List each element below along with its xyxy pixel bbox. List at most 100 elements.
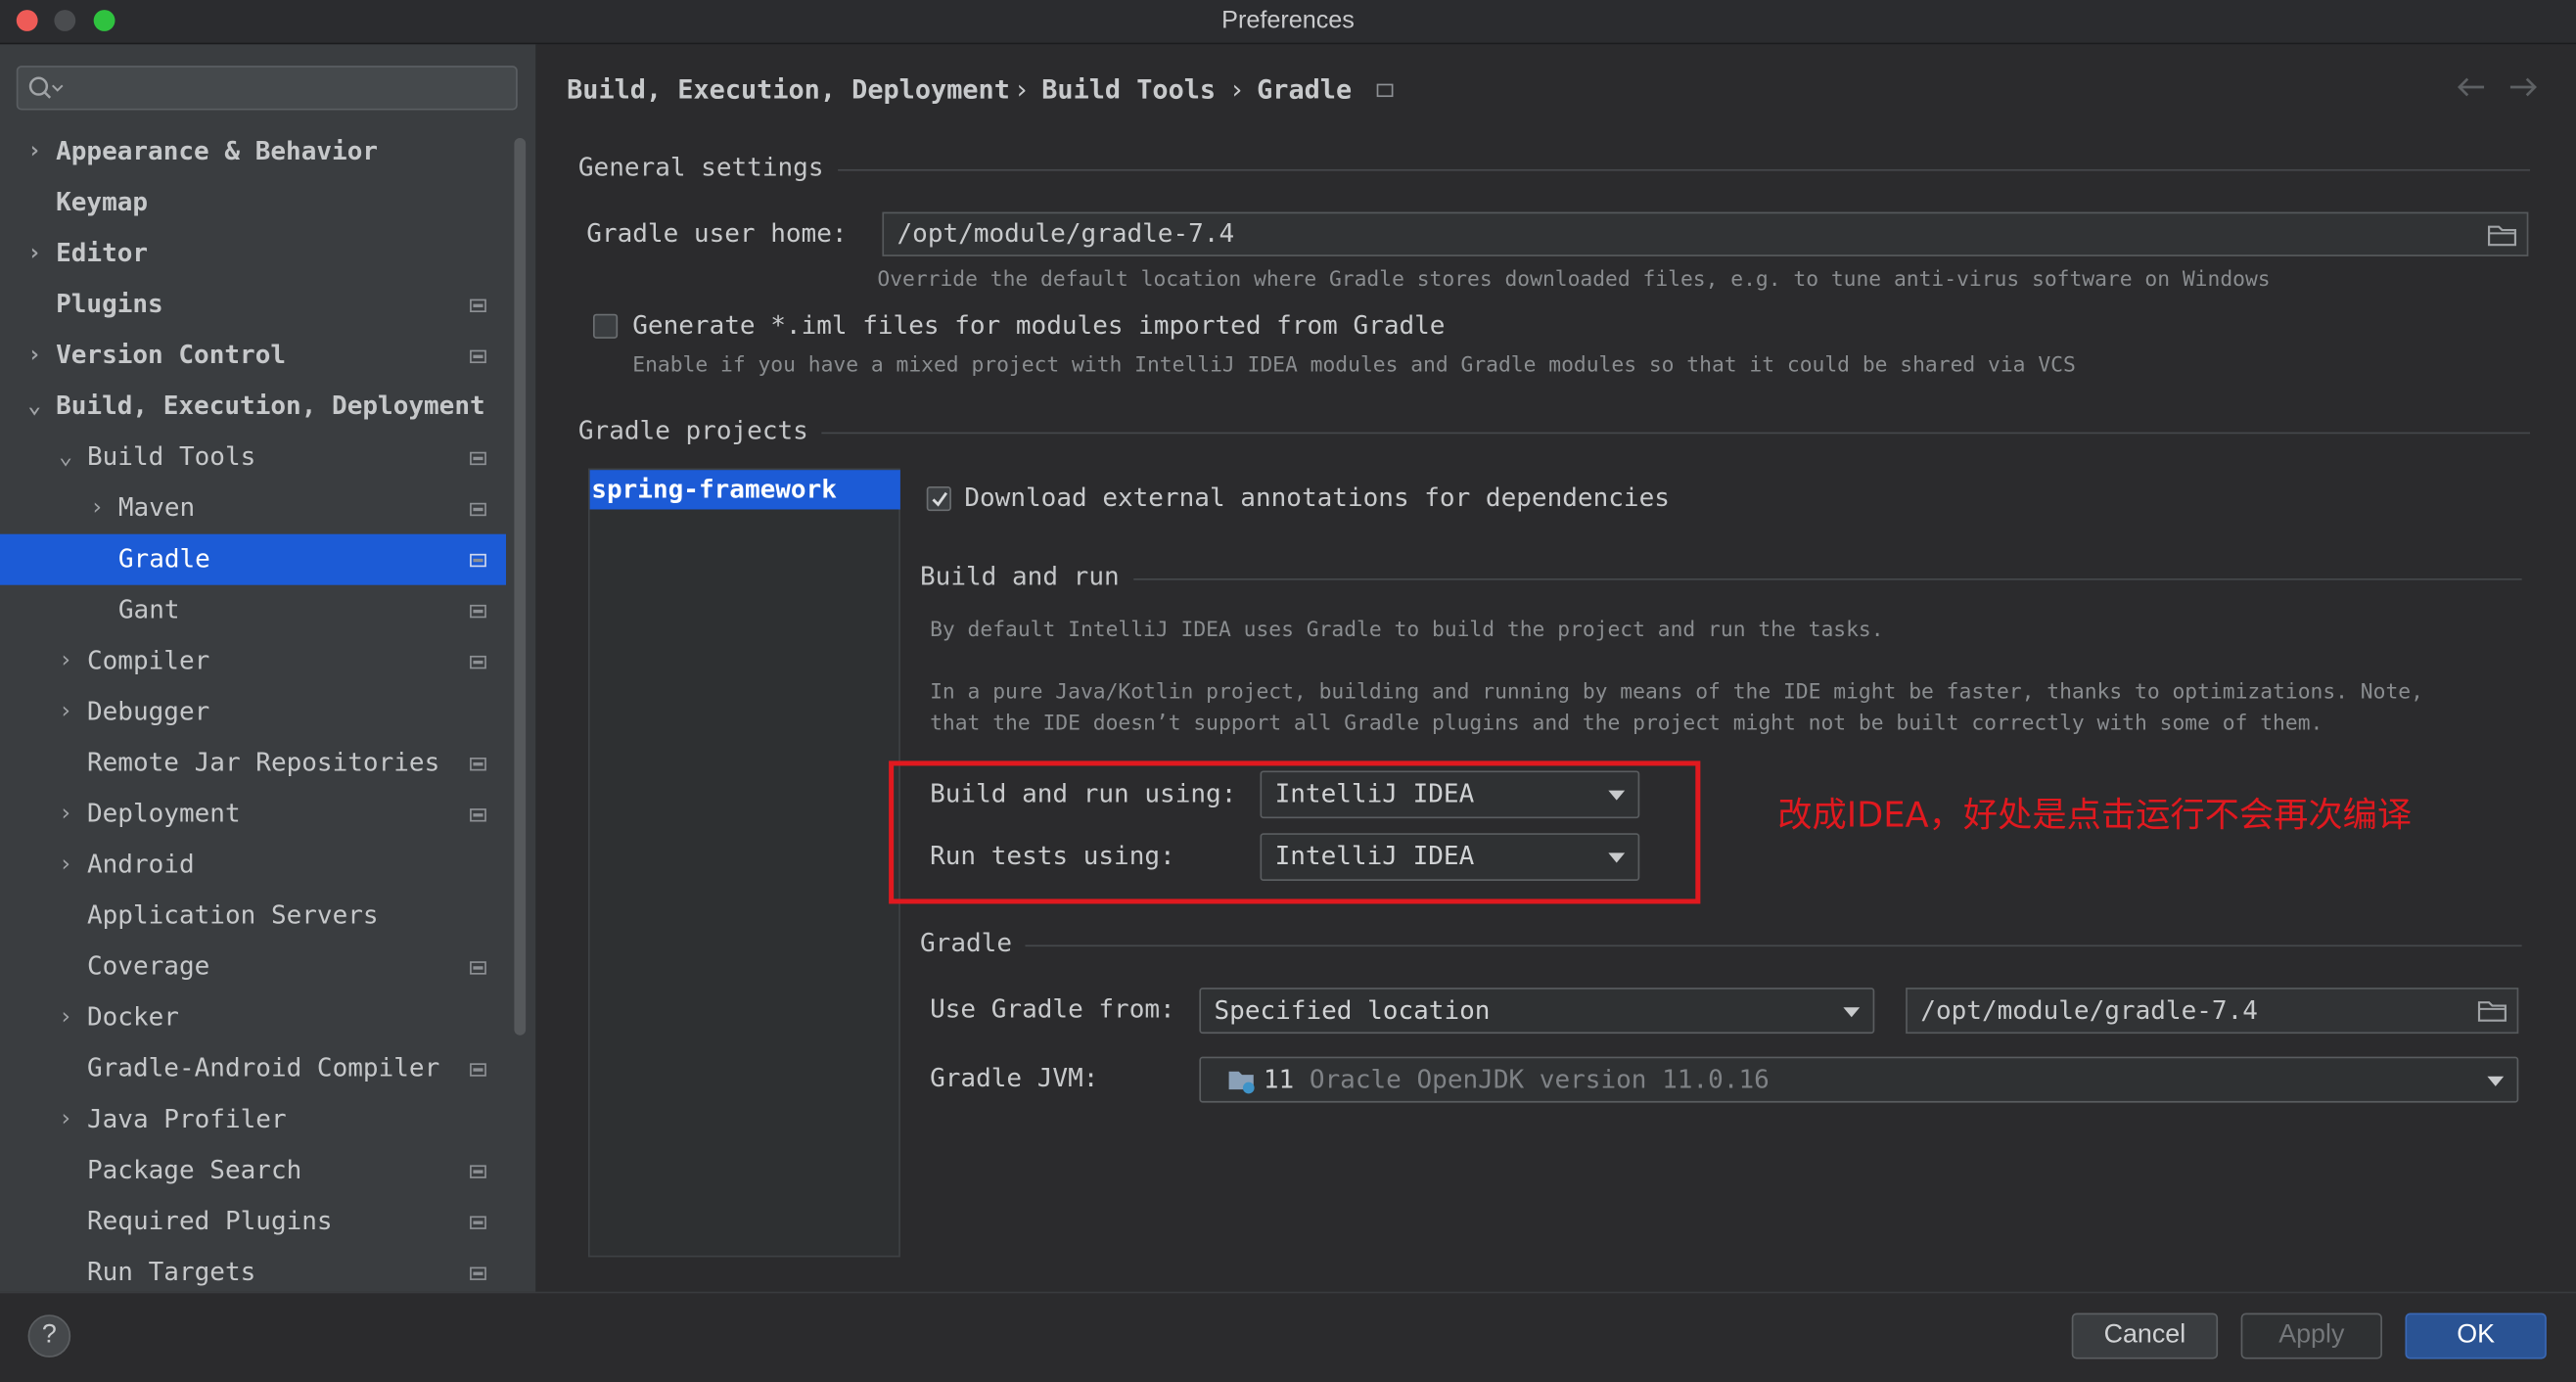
project-settings-icon [470,553,486,568]
sidebar-item[interactable]: Run Targets [0,1247,506,1298]
breadcrumb-gradle: Gradle [1257,73,1353,106]
sidebar-item-label: Android [86,850,195,880]
window-title: Preferences [1221,6,1355,35]
project-settings-icon [470,808,486,822]
chevron-right-icon[interactable]: › [54,992,77,1043]
sidebar-item[interactable]: Coverage [0,942,506,992]
general-settings-title: General settings [577,153,824,183]
breadcrumb-build-execution[interactable]: Build, Execution, Deployment [567,74,1010,106]
cancel-button[interactable]: Cancel [2071,1313,2219,1359]
chevron-right-icon[interactable]: › [23,126,47,177]
divider [821,432,2531,435]
download-annotations-label[interactable]: Download external annotations for depend… [964,484,1670,513]
sidebar-item[interactable]: ⌄ Build, Execution, Deployment [0,382,506,433]
sidebar-item-label: Docker [86,1002,179,1033]
gradle-jvm-select[interactable]: 11 Oracle OpenJDK version 11.0.16 [1199,1056,2519,1103]
apply-button[interactable]: Apply [2240,1313,2382,1359]
build-and-run-using-label: Build and run using: [930,778,1237,809]
folder-icon[interactable] [2477,999,2507,1023]
project-settings-icon [470,1267,486,1280]
sidebar-item-label: Gradle-Android Compiler [86,1053,440,1083]
build-and-run-description: By default IntelliJ IDEA uses Gradle to … [930,616,1884,641]
sidebar-item-label: Compiler [86,645,210,676]
sidebar-item[interactable]: › Android [0,840,506,891]
project-settings-icon [1376,83,1394,98]
sidebar-item[interactable]: › Version Control [0,330,506,381]
sidebar-item[interactable]: Keymap [0,177,506,228]
sidebar-item-label: Run Targets [86,1257,256,1287]
sidebar-item[interactable]: Gradle [0,533,507,585]
chevron-right-icon[interactable]: › [23,330,47,381]
sidebar-item-label: Maven [117,492,196,523]
gradle-location-field[interactable]: /opt/module/gradle-7.4 [1906,988,2519,1035]
build-and-run-title: Build and run [920,562,1120,592]
sidebar-item-label: Editor [56,238,149,268]
sidebar-item[interactable]: › Appearance & Behavior [0,126,506,177]
chevron-right-icon[interactable]: › [23,228,47,279]
run-tests-using-select[interactable]: IntelliJ IDEA [1260,833,1640,881]
gradle-section-title: Gradle [920,928,1013,958]
sidebar-scrollbar[interactable] [514,138,527,1036]
chevron-right-icon[interactable]: › [85,484,109,534]
chevron-right-icon[interactable]: › [54,687,77,738]
sidebar-item-label: Appearance & Behavior [56,136,379,166]
use-gradle-from-value: Specified location [1214,995,1491,1026]
divider [1025,944,2522,947]
forward-arrow-icon[interactable] [2507,74,2541,101]
sidebar-item-label: Package Search [86,1155,302,1185]
ok-button[interactable]: OK [2405,1313,2547,1359]
sidebar-item[interactable]: › Maven [0,484,506,534]
sidebar-item[interactable]: Remote Jar Repositories [0,738,506,789]
sidebar-item[interactable]: › Compiler [0,636,506,687]
project-settings-icon [470,349,486,364]
back-arrow-icon[interactable] [2455,74,2488,101]
project-settings-icon [470,1216,486,1229]
sidebar-item[interactable]: Application Servers [0,891,506,942]
use-gradle-from-select[interactable]: Specified location [1199,988,1875,1035]
sidebar-item[interactable]: Plugins [0,279,506,330]
build-and-run-using-select[interactable]: IntelliJ IDEA [1260,770,1640,819]
project-settings-icon [470,451,486,466]
sidebar-item[interactable]: ⌄ Build Tools [0,433,506,484]
sidebar-item[interactable]: › Docker [0,992,506,1043]
sidebar-item-label: Deployment [86,798,241,829]
run-tests-using-value: IntelliJ IDEA [1274,841,1475,871]
project-settings-icon [470,655,486,669]
sidebar-item[interactable]: Required Plugins [0,1196,506,1247]
help-button[interactable]: ? [27,1314,71,1358]
chevron-down-icon[interactable]: ⌄ [54,433,77,484]
checkmark-icon [932,491,948,507]
generate-iml-hint: Enable if you have a mixed project with … [632,351,2076,377]
generate-iml-label[interactable]: Generate *.iml files for modules importe… [632,310,1445,340]
title-bar: Preferences [0,0,2576,45]
breadcrumb-separator: › [1013,73,1030,106]
sidebar-item[interactable]: › Editor [0,228,506,279]
breadcrumb-build-tools[interactable]: Build Tools [1041,74,1216,106]
gradle-projects-title: Gradle projects [577,415,808,446]
chevron-down-icon [1608,852,1626,863]
chevron-down-icon [2487,1076,2505,1086]
generate-iml-checkbox[interactable] [592,313,619,339]
gradle-user-home-field[interactable]: /opt/module/gradle-7.4 [882,211,2529,256]
download-annotations-checkbox[interactable] [926,485,951,512]
sidebar-item[interactable]: › Deployment [0,789,506,840]
gradle-jvm-label: Gradle JVM: [930,1063,1099,1093]
sidebar-item[interactable]: › Java Profiler [0,1094,506,1145]
chevron-right-icon[interactable]: › [54,636,77,687]
preferences-window: Preferences › Appearance & Behavior Keymap… [0,0,2576,1382]
gradle-jvm-version: 11 [1263,1064,1295,1095]
folder-icon[interactable] [2487,223,2517,247]
chevron-down-icon[interactable]: ⌄ [23,382,47,433]
sidebar-item[interactable]: › Debugger [0,687,506,738]
sidebar-item[interactable]: Gradle-Android Compiler [0,1043,506,1094]
chevron-right-icon[interactable]: › [54,840,77,891]
project-list-item[interactable]: spring-framework [589,470,900,510]
chevron-right-icon[interactable]: › [54,1094,77,1145]
sidebar-item-label: Coverage [86,951,210,982]
chevron-right-icon[interactable]: › [54,789,77,840]
sidebar-item[interactable]: Gant [0,585,506,636]
project-settings-icon [470,961,486,975]
gradle-user-home-value: /opt/module/gradle-7.4 [897,218,1235,249]
sidebar-item[interactable]: Package Search [0,1145,506,1196]
search-input[interactable] [16,66,518,111]
